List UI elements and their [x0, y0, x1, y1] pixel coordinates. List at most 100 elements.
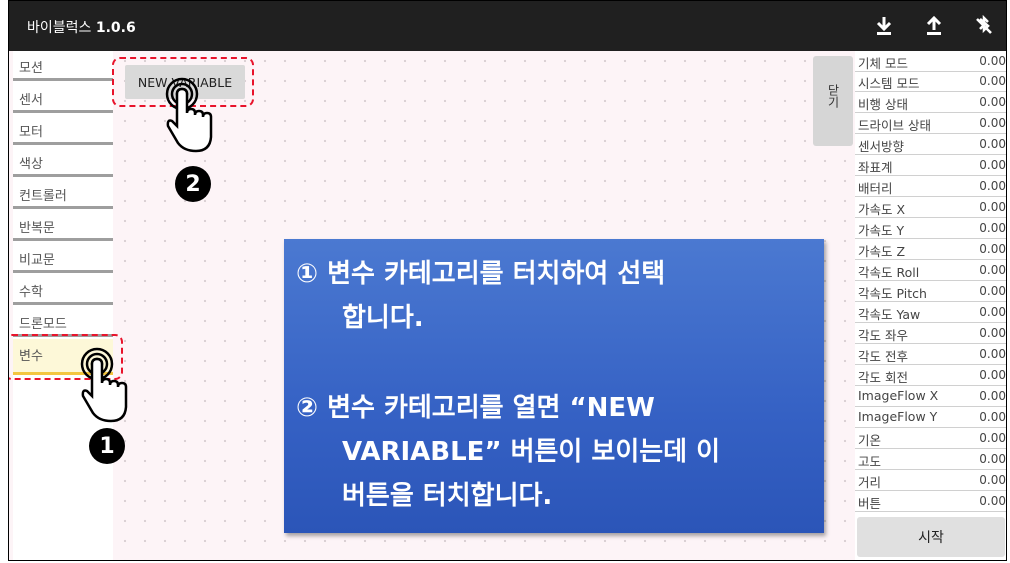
sensor-name: 각도 전후	[858, 349, 908, 364]
category-math[interactable]: 수학	[13, 275, 113, 305]
sensor-name: 각도 회전	[858, 370, 908, 385]
callout-line: 합니다.	[342, 303, 424, 333]
sensor-row: 버튼 0.00	[855, 492, 1006, 512]
sensor-value: 0.00	[979, 305, 1006, 319]
sensor-value: 0.00	[979, 95, 1006, 109]
sensor-row: 배터리 0.00	[855, 177, 1006, 197]
category-label: 컨트롤러	[19, 189, 67, 204]
sensor-name: 각속도 Roll	[858, 265, 920, 280]
sensor-row: 각도 좌우 0.00	[855, 324, 1006, 344]
sensor-row: ImageFlow Y 0.00	[855, 408, 1006, 428]
category-label: 모터	[19, 125, 43, 140]
upload-icon[interactable]	[921, 13, 947, 39]
sensor-value: 0.00	[979, 74, 1006, 88]
app-window: 바이블럭스 1.0.6 모션 센서 모터 색상 컨트롤러 반복문 비교문 수학 …	[8, 0, 1007, 561]
tap-hand-icon	[165, 77, 213, 153]
sensor-value: 0.00	[979, 326, 1006, 340]
sensor-row: 각속도 Pitch 0.00	[855, 282, 1006, 302]
sensor-name: 가속도 Z	[858, 244, 906, 259]
top-bar: 바이블럭스 1.0.6	[9, 1, 1006, 51]
sensor-row: 각속도 Yaw 0.00	[855, 303, 1006, 323]
category-sensor[interactable]: 센서	[13, 83, 113, 113]
download-icon[interactable]	[871, 13, 897, 39]
sensor-row: 좌표계 0.00	[855, 156, 1006, 176]
category-drone-mode[interactable]: 드론모드	[13, 307, 113, 337]
sensor-value: 0.00	[979, 431, 1006, 445]
sensor-name: 시스템 모드	[858, 76, 920, 91]
sensor-row: ImageFlow X 0.00	[855, 387, 1006, 407]
sensor-value: 0.00	[979, 368, 1006, 382]
category-motion[interactable]: 모션	[13, 51, 113, 81]
callout-line: VARIABLE” 버튼이 보이는데 이	[342, 437, 721, 467]
category-color[interactable]: 색상	[13, 147, 113, 177]
category-compare[interactable]: 비교문	[13, 243, 113, 273]
category-label: 센서	[19, 93, 43, 108]
app-version: 1.0.6	[95, 20, 136, 36]
sensor-name: 비행 상태	[858, 97, 908, 112]
sensor-name: 거리	[858, 475, 882, 490]
category-label: 드론모드	[19, 317, 67, 332]
sensor-name: 버튼	[858, 496, 882, 511]
sensor-name: 배터리	[858, 181, 893, 196]
sensor-row: 각도 전후 0.00	[855, 345, 1006, 365]
step-2-badge: 2	[175, 166, 211, 202]
sensor-row: 고도 0.00	[855, 450, 1006, 470]
app-title: 바이블럭스 1.0.6	[27, 17, 136, 37]
sensor-row: 기체 모드 0.00	[855, 52, 1006, 72]
category-motor[interactable]: 모터	[13, 115, 113, 145]
sensor-row: 가속도 Z 0.00	[855, 240, 1006, 260]
close-label: 닫기	[826, 84, 840, 108]
sensor-row: 기온 0.00	[855, 429, 1006, 449]
sensor-row: 거리 0.00	[855, 471, 1006, 491]
sensor-name: 좌표계	[858, 160, 893, 175]
tap-hand-icon	[80, 347, 128, 423]
callout-line: 버튼을 터치합니다.	[342, 481, 553, 511]
category-label: 모션	[19, 61, 43, 76]
sensor-value: 0.00	[979, 200, 1006, 214]
category-label: 색상	[19, 157, 43, 172]
sensor-name: 가속도 X	[858, 202, 906, 217]
sensor-value: 0.00	[979, 452, 1006, 466]
sensor-name: 기온	[858, 433, 882, 448]
sensor-row: 시스템 모드 0.00	[855, 72, 1006, 92]
sensor-row: 각도 회전 0.00	[855, 366, 1006, 386]
sensor-value: 0.00	[979, 347, 1006, 361]
category-controller[interactable]: 컨트롤러	[13, 179, 113, 209]
close-flyout-tab[interactable]: 닫기	[813, 56, 853, 146]
sensor-row: 가속도 Y 0.00	[855, 219, 1006, 239]
sensor-value: 0.00	[979, 137, 1006, 151]
sensor-name: 각도 좌우	[858, 328, 908, 343]
sensor-name: ImageFlow Y	[858, 409, 938, 424]
category-label: 반복문	[19, 221, 55, 236]
sensor-value: 0.00	[979, 410, 1006, 424]
callout-line: ② 변수 카테고리를 열면 “NEW	[296, 393, 655, 423]
callout-line: ① 변수 카테고리를 터치하여 선택	[296, 259, 666, 289]
app-name: 바이블럭스	[27, 20, 92, 36]
sensor-name: 각속도 Yaw	[858, 307, 921, 322]
sensor-row: 각속도 Roll 0.00	[855, 261, 1006, 281]
sensor-value: 0.00	[979, 158, 1006, 172]
bluetooth-off-icon[interactable]	[971, 13, 997, 39]
sensor-value: 0.00	[979, 284, 1006, 298]
category-loop[interactable]: 반복문	[13, 211, 113, 241]
sensor-row: 센서방향 0.00	[855, 135, 1006, 155]
sensor-value: 0.00	[979, 494, 1006, 508]
sensor-name: 가속도 Y	[858, 223, 905, 238]
start-button[interactable]: 시작	[857, 517, 1005, 557]
instruction-callout: ① 변수 카테고리를 터치하여 선택 합니다. ② 변수 카테고리를 열면 “N…	[284, 239, 824, 533]
category-label: 수학	[19, 285, 43, 300]
step-1-badge: 1	[89, 428, 125, 464]
sensor-value: 0.00	[979, 242, 1006, 256]
sensor-value: 0.00	[979, 116, 1006, 130]
category-list: 모션 센서 모터 색상 컨트롤러 반복문 비교문 수학 드론모드 변수	[13, 51, 113, 560]
sensor-name: 각속도 Pitch	[858, 286, 927, 301]
sensor-name: 고도	[858, 454, 882, 469]
sensor-name: 기체 모드	[858, 56, 908, 71]
sensor-row: 가속도 X 0.00	[855, 198, 1006, 218]
sensor-name: ImageFlow X	[858, 388, 939, 403]
category-label: 비교문	[19, 253, 55, 268]
sensor-row: 비행 상태 0.00	[855, 93, 1006, 113]
sensor-value: 0.00	[979, 389, 1006, 403]
sensor-value: 0.00	[979, 179, 1006, 193]
sensor-value: 0.00	[979, 54, 1006, 68]
